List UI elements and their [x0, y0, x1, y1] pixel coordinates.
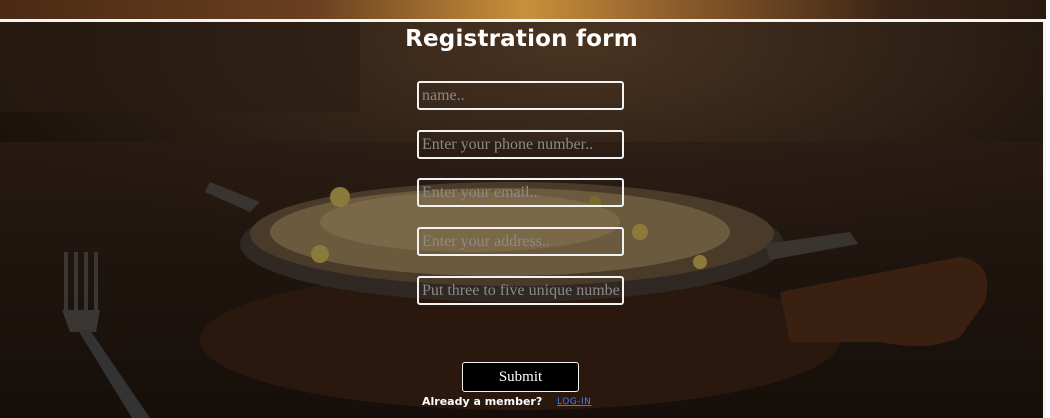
registration-page: Registration form Submit Already a membe…: [0, 0, 1050, 418]
submit-button[interactable]: Submit: [462, 362, 579, 392]
name-input[interactable]: [417, 81, 624, 110]
right-page-edge: [1046, 0, 1050, 418]
already-member-text: Already a member?: [422, 395, 543, 408]
address-input[interactable]: [417, 227, 624, 256]
background-image-top-strip: [0, 0, 1050, 19]
unique-numbers-input[interactable]: [417, 276, 624, 305]
email-input[interactable]: [417, 178, 624, 207]
form-title: Registration form: [405, 26, 638, 52]
phone-input[interactable]: [417, 130, 624, 159]
login-link[interactable]: LOG-IN: [557, 397, 591, 407]
